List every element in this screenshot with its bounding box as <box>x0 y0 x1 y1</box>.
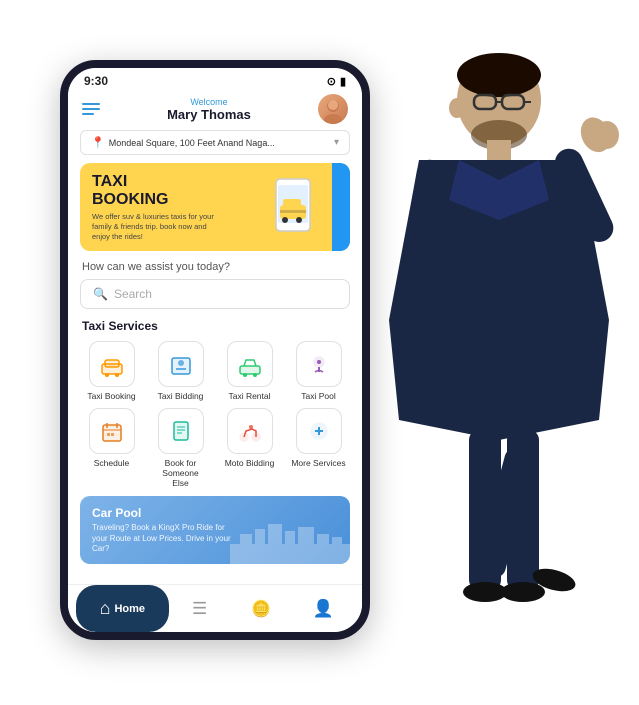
service-moto-bidding[interactable]: Moto Bidding <box>218 408 281 489</box>
service-taxi-pool[interactable]: Taxi Pool <box>287 341 350 401</box>
carpool-title: Car Pool <box>92 506 338 520</box>
welcome-text: Welcome <box>167 97 251 107</box>
phone-mockup: 9:30 ⊙ ▮ Welcome Mary Thomas <box>60 60 370 640</box>
taxi-services-title: Taxi Services <box>68 319 362 341</box>
nav-bookings[interactable]: ☰ <box>169 585 231 632</box>
search-prompt: How can we assist you today? <box>68 261 362 279</box>
banner-blue-strip <box>332 163 350 251</box>
home-icon: ⌂ <box>100 598 111 619</box>
search-bar[interactable]: 🔍 Search <box>80 279 350 309</box>
man-illustration <box>369 20 629 700</box>
bookings-icon: ☰ <box>192 599 207 619</box>
taxi-rental-icon <box>227 341 273 387</box>
avatar[interactable] <box>318 94 348 124</box>
location-bar[interactable]: 📍 Mondeal Square, 100 Feet Anand Naga...… <box>80 130 350 155</box>
user-name: Mary Thomas <box>167 107 251 122</box>
status-time: 9:30 <box>84 74 108 88</box>
service-taxi-booking[interactable]: Taxi Booking <box>80 341 143 401</box>
taxi-bidding-label: Taxi Bidding <box>158 391 204 401</box>
taxi-booking-label: Taxi Booking <box>87 391 135 401</box>
status-icons: ⊙ ▮ <box>327 75 346 88</box>
search-icon: 🔍 <box>93 287 108 301</box>
carpool-description: Traveling? Book a KingX Pro Ride for you… <box>92 523 232 554</box>
service-more[interactable]: More Services <box>287 408 350 489</box>
book-someone-label: Book for Someone Else <box>158 458 204 489</box>
book-someone-icon <box>158 408 204 454</box>
bottom-nav: ⌂ Home ☰ 🪙 👤 <box>68 584 362 632</box>
more-services-icon <box>296 408 342 454</box>
nav-home-label: Home <box>114 603 145 615</box>
battery-icon: ▮ <box>340 75 346 88</box>
schedule-icon <box>89 408 135 454</box>
chevron-down-icon: ▾ <box>334 137 339 148</box>
taxi-rental-label: Taxi Rental <box>228 391 270 401</box>
header-center: Welcome Mary Thomas <box>167 97 251 122</box>
banner-text: TAXI BOOKING We offer suv & luxuries tax… <box>92 173 222 241</box>
location-address: Mondeal Square, 100 Feet Anand Naga... <box>109 138 275 148</box>
status-bar: 9:30 ⊙ ▮ <box>68 68 362 90</box>
service-taxi-rental[interactable]: Taxi Rental <box>218 341 281 401</box>
taxi-booking-icon <box>89 341 135 387</box>
profile-icon: 👤 <box>313 599 334 619</box>
hamburger-menu[interactable] <box>82 103 100 115</box>
service-schedule[interactable]: Schedule <box>80 408 143 489</box>
services-grid: Taxi Booking Taxi Bidding <box>68 341 362 496</box>
app-header: Welcome Mary Thomas <box>68 90 362 130</box>
wifi-icon: ⊙ <box>327 75 336 88</box>
taxi-pool-label: Taxi Pool <box>301 391 336 401</box>
phone-content: 9:30 ⊙ ▮ Welcome Mary Thomas <box>68 68 362 584</box>
banner-title: TAXI BOOKING <box>92 173 222 208</box>
service-taxi-bidding[interactable]: Taxi Bidding <box>149 341 212 401</box>
service-book-someone-else[interactable]: Book for Someone Else <box>149 408 212 489</box>
moto-bidding-label: Moto Bidding <box>225 458 275 468</box>
taxi-bidding-icon <box>158 341 204 387</box>
taxi-booking-banner: TAXI BOOKING We offer suv & luxuries tax… <box>80 163 350 251</box>
search-input[interactable]: Search <box>114 287 152 301</box>
wallet-icon: 🪙 <box>251 599 271 619</box>
nav-profile[interactable]: 👤 <box>292 585 354 632</box>
location-text: 📍 Mondeal Square, 100 Feet Anand Naga... <box>91 136 275 149</box>
banner-description: We offer suv & luxuries taxis for your f… <box>92 212 222 241</box>
taxi-car-illustration <box>248 177 338 237</box>
location-pin-icon: 📍 <box>91 136 105 149</box>
moto-bidding-icon <box>227 408 273 454</box>
phone-screen: 9:30 ⊙ ▮ Welcome Mary Thomas <box>60 60 370 640</box>
more-services-label: More Services <box>291 458 345 468</box>
taxi-pool-icon <box>296 341 342 387</box>
nav-wallet[interactable]: 🪙 <box>230 585 292 632</box>
nav-home[interactable]: ⌂ Home <box>76 585 169 632</box>
carpool-banner: Car Pool Traveling? Book a KingX Pro Rid… <box>80 496 350 564</box>
schedule-label: Schedule <box>94 458 129 468</box>
